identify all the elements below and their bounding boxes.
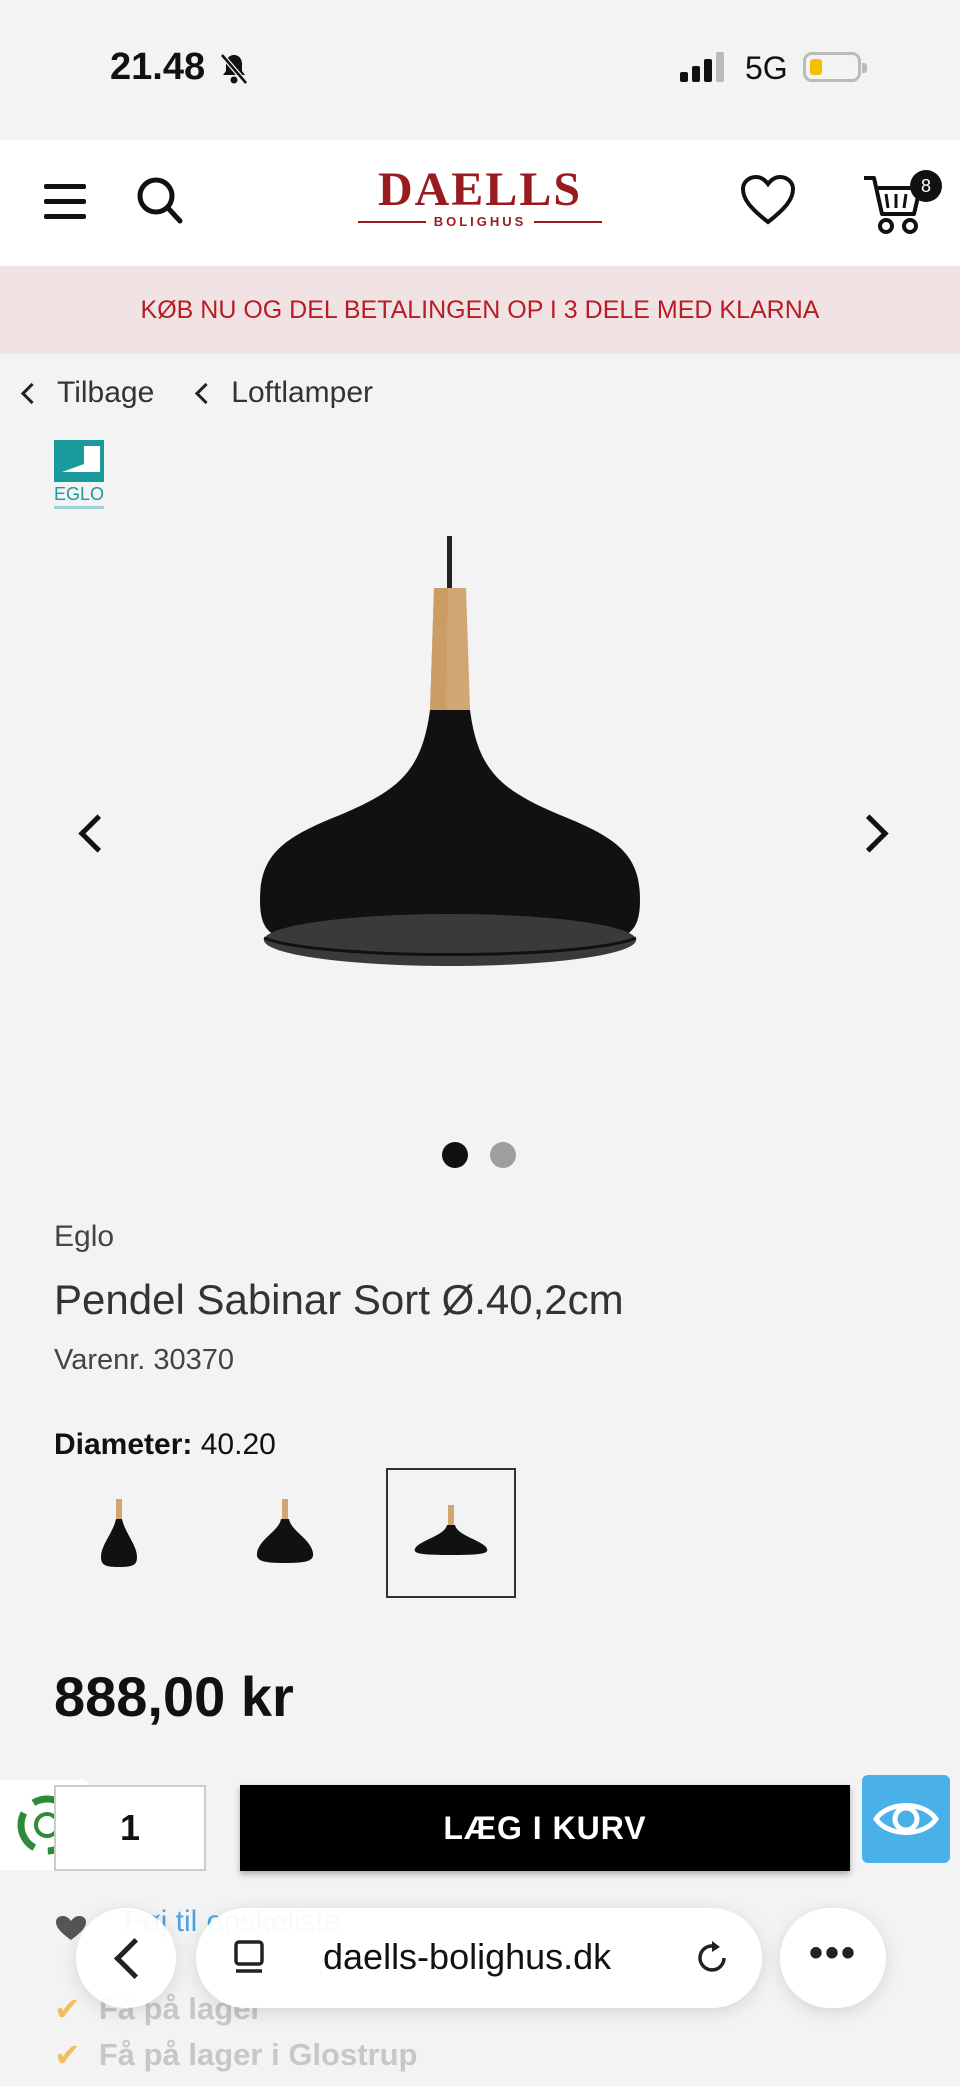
variant-selector: [54, 1468, 516, 1598]
check-icon: ✔: [54, 2037, 81, 2073]
bell-muted-icon: [220, 53, 248, 85]
variant-lamp-small-image: [101, 1499, 137, 1567]
option-diameter: Diameter: 40.20: [54, 1428, 276, 1462]
variant-lamp-medium-image: [256, 1499, 314, 1563]
stock-status-store: ✔ Få på lager i Glostrup: [54, 2036, 418, 2074]
battery-icon: [803, 52, 867, 82]
breadcrumb: Tilbage Loftlamper: [20, 376, 374, 410]
breadcrumb-back[interactable]: Tilbage: [20, 376, 155, 410]
status-bar: 21.48 5G: [0, 0, 960, 140]
product-sku: Varenr. 30370: [54, 1344, 234, 1377]
check-icon: ✔: [54, 1991, 81, 2027]
brand-logo[interactable]: EGLO: [54, 440, 104, 516]
stock-text-store: Få på lager i Glostrup: [98, 2037, 418, 2072]
variant-lamp-large-image: [414, 1505, 488, 1555]
breadcrumb-category[interactable]: Loftlamper: [195, 376, 374, 410]
gallery-dot-2[interactable]: [490, 1142, 516, 1168]
variant-option-small[interactable]: [54, 1468, 184, 1598]
site-logo[interactable]: DAELLS BOLIGHUS: [355, 166, 605, 236]
reload-icon[interactable]: [692, 1938, 732, 1978]
product-image[interactable]: [140, 520, 760, 1060]
browser-url: daells-bolighus.dk: [323, 1936, 612, 1977]
variant-option-medium[interactable]: [220, 1468, 350, 1598]
logo-text: DAELLS: [377, 163, 583, 216]
browser-more-button[interactable]: •••: [780, 1908, 886, 2008]
status-time: 21.48: [110, 46, 206, 88]
klarna-banner[interactable]: KØB NU OG DEL BETALINGEN OP I 3 DELE MED…: [0, 266, 960, 354]
breadcrumb-back-label: Tilbage: [57, 376, 155, 409]
eye-icon: [872, 1803, 940, 1835]
product-brand[interactable]: Eglo: [54, 1220, 114, 1254]
gallery-next-arrow-icon[interactable]: [850, 814, 889, 853]
chevron-left-icon: [195, 382, 217, 404]
brand-logo-text: EGLO: [54, 484, 104, 504]
browser-back-button[interactable]: [76, 1908, 176, 2008]
product-title: Pendel Sabinar Sort Ø.40,2cm: [54, 1276, 624, 1323]
tabs-icon: [234, 1940, 264, 1973]
gallery-prev-arrow-icon[interactable]: [78, 814, 117, 853]
breadcrumb-category-label: Loftlamper: [231, 376, 374, 409]
chevron-left-icon: [20, 382, 43, 404]
menu-icon[interactable]: [44, 184, 86, 220]
gallery-dot-1[interactable]: [442, 1142, 468, 1168]
gallery-dots: [442, 1142, 516, 1168]
search-icon[interactable]: [134, 174, 184, 226]
site-header: DAELLS BOLIGHUS 8: [0, 140, 960, 266]
quantity-input[interactable]: 1: [54, 1785, 206, 1871]
product-price: 888,00 kr: [54, 1665, 294, 1728]
logo-subtitle-row: BOLIGHUS: [355, 214, 605, 229]
add-to-cart-button[interactable]: LÆG I KURV: [240, 1785, 850, 1871]
heart-icon[interactable]: [740, 174, 796, 226]
logo-subtitle: BOLIGHUS: [433, 214, 527, 229]
signal-icon: [680, 52, 724, 82]
option-value: 40.20: [200, 1428, 276, 1461]
cart-count-badge: 8: [910, 170, 942, 202]
browser-url-bar[interactable]: daells-bolighus.dk: [196, 1908, 762, 2008]
chevron-left-icon: [113, 1937, 156, 1980]
accessibility-button[interactable]: [862, 1775, 950, 1863]
sku-value: 30370: [153, 1344, 235, 1376]
network-type: 5G: [745, 50, 788, 86]
variant-option-large[interactable]: [386, 1468, 516, 1598]
option-label: Diameter:: [54, 1428, 193, 1461]
sku-label: Varenr.: [54, 1344, 146, 1376]
